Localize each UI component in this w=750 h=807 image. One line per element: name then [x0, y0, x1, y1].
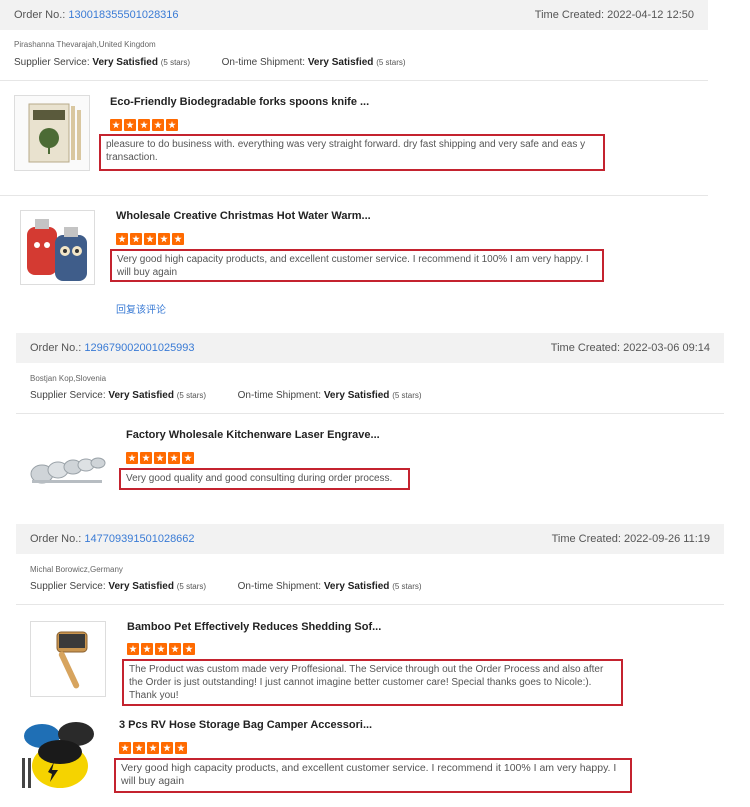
- star-icon: [172, 233, 184, 245]
- supplier-service-value: Very Satisfied: [108, 390, 174, 401]
- star-icon: [127, 643, 139, 655]
- supplier-service-stars: (5 stars): [176, 582, 207, 591]
- order-no-label: Order No.:: [30, 533, 82, 545]
- review-text: Very good quality and good consulting du…: [119, 468, 410, 490]
- star-icon: [124, 119, 136, 131]
- time-created: Time Created: 2022-04-12 12:50: [535, 0, 694, 30]
- order-header: Order No.: 129679002001025993 Time Creat…: [16, 333, 724, 363]
- ontime-shipment-value: Very Satisfied: [323, 581, 390, 592]
- ontime-shipment-stars: (5 stars): [392, 391, 422, 400]
- order-number: Order No.: 130018355501028316: [14, 0, 179, 30]
- order-header: Order No.: 130018355501028316 Time Creat…: [0, 0, 708, 30]
- ontime-shipment-value: Very Satisfied: [307, 57, 374, 68]
- buyer-info: Pirashanna Thevarajah,United Kingdom: [14, 40, 156, 49]
- supplier-service-label: Supplier Service:: [14, 57, 90, 68]
- time-created-label: Time Created:: [550, 342, 621, 354]
- ontime-shipment-stars: (5 stars): [392, 582, 422, 591]
- supplier-service-stars: (5 stars): [160, 58, 191, 67]
- order-number: Order No.: 129679002001025993: [30, 333, 195, 363]
- reply-link[interactable]: 回复该评论: [116, 301, 166, 316]
- product-title[interactable]: Eco-Friendly Biodegradable forks spoons …: [110, 96, 369, 108]
- supplier-service-value: Very Satisfied: [108, 581, 174, 592]
- rating-stars: [116, 233, 184, 245]
- star-icon: [140, 452, 152, 464]
- star-icon: [116, 233, 128, 245]
- star-icon: [154, 452, 166, 464]
- star-icon: [147, 742, 159, 754]
- rating-stars: [119, 742, 187, 754]
- rating-stars: [110, 119, 178, 131]
- star-icon: [169, 643, 181, 655]
- star-icon: [161, 742, 173, 754]
- divider: [16, 413, 724, 414]
- ontime-shipment-value: Very Satisfied: [323, 390, 390, 401]
- rating-stars: [126, 452, 194, 464]
- ontime-shipment-label: On-time Shipment:: [221, 57, 306, 68]
- product-image-measuring-spoons[interactable]: [28, 430, 108, 505]
- supplier-service-label: Supplier Service:: [30, 581, 106, 592]
- supplier-service-label: Supplier Service:: [30, 390, 106, 401]
- review-text: Very good high capacity products, and ex…: [114, 758, 632, 793]
- divider: [0, 195, 708, 196]
- buyer-info: Michal Borowicz,Germany: [30, 565, 123, 574]
- order-no-label: Order No.:: [14, 9, 66, 21]
- star-icon: [175, 742, 187, 754]
- ontime-shipment-label: On-time Shipment:: [237, 390, 322, 401]
- rating-stars: [127, 643, 195, 655]
- star-icon: [152, 119, 164, 131]
- order-ratings: Supplier Service: Very Satisfied (5 star…: [14, 57, 406, 68]
- star-icon: [126, 452, 138, 464]
- time-created-value: 2022-03-06 09:14: [623, 342, 710, 354]
- star-icon: [158, 233, 170, 245]
- product-title[interactable]: Factory Wholesale Kitchenware Laser Engr…: [126, 429, 380, 441]
- star-icon: [168, 452, 180, 464]
- divider: [16, 604, 724, 605]
- time-created-label: Time Created:: [551, 533, 621, 545]
- review-text: Very good high capacity products, and ex…: [110, 249, 604, 282]
- order-number-link[interactable]: 147709391501028662: [84, 533, 194, 545]
- star-icon: [141, 643, 153, 655]
- buyer-info: Bostjan Kop,Slovenia: [30, 374, 107, 383]
- order-number-link[interactable]: 130018355501028316: [68, 9, 178, 21]
- order-number-link[interactable]: 129679002001025993: [84, 342, 194, 354]
- divider: [0, 80, 708, 81]
- ontime-shipment-stars: (5 stars): [376, 58, 406, 67]
- star-icon: [130, 233, 142, 245]
- star-icon: [144, 233, 156, 245]
- star-icon: [133, 742, 145, 754]
- star-icon: [138, 119, 150, 131]
- star-icon: [119, 742, 131, 754]
- star-icon: [110, 119, 122, 131]
- time-created-label: Time Created:: [534, 9, 605, 21]
- review-text: The Product was custom made very Proffes…: [122, 659, 623, 706]
- product-image-hot-water-bottle[interactable]: [20, 210, 95, 285]
- supplier-service-value: Very Satisfied: [92, 57, 158, 68]
- time-created-value: 2022-09-26 11:19: [623, 533, 710, 545]
- star-icon: [182, 452, 194, 464]
- star-icon: [183, 643, 195, 655]
- product-image-pet-brush[interactable]: [30, 621, 106, 697]
- supplier-service-stars: (5 stars): [176, 391, 207, 400]
- order-ratings: Supplier Service: Very Satisfied (5 star…: [30, 390, 422, 401]
- time-created-value: 2022-04-12 12:50: [607, 9, 694, 21]
- product-image-rv-hose-bags[interactable]: [20, 718, 98, 796]
- order-no-label: Order No.:: [30, 342, 82, 354]
- product-image-forks[interactable]: [14, 95, 90, 171]
- order-ratings: Supplier Service: Very Satisfied (5 star…: [30, 581, 422, 592]
- product-title[interactable]: 3 Pcs RV Hose Storage Bag Camper Accesso…: [119, 719, 372, 731]
- order-number: Order No.: 147709391501028662: [30, 524, 195, 554]
- ontime-shipment-label: On-time Shipment:: [237, 581, 322, 592]
- star-icon: [155, 643, 167, 655]
- order-header: Order No.: 147709391501028662 Time Creat…: [16, 524, 724, 554]
- star-icon: [166, 119, 178, 131]
- time-created: Time Created: 2022-09-26 11:19: [552, 524, 710, 554]
- time-created: Time Created: 2022-03-06 09:14: [551, 333, 710, 363]
- review-text: pleasure to do business with. everything…: [99, 134, 605, 171]
- product-title[interactable]: Bamboo Pet Effectively Reduces Shedding …: [127, 621, 381, 633]
- product-title[interactable]: Wholesale Creative Christmas Hot Water W…: [116, 210, 371, 222]
